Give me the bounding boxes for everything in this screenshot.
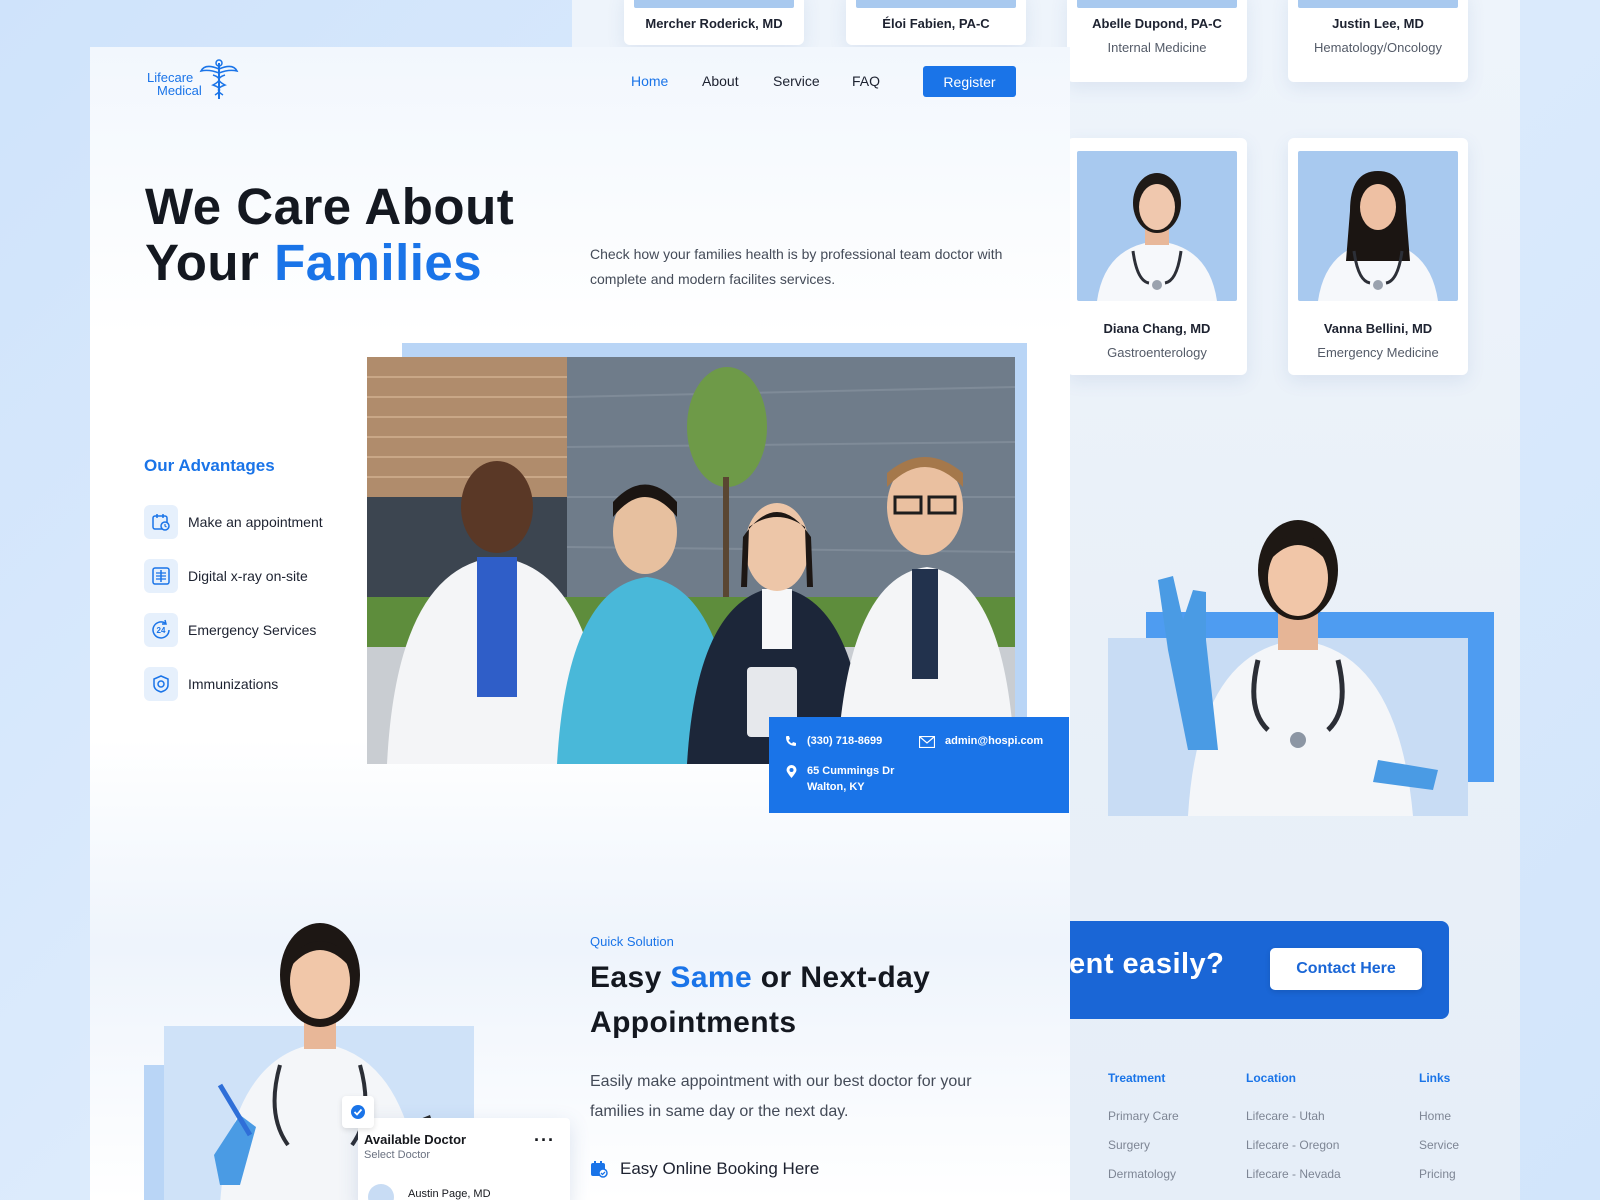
doctor-preview-name: Austin Page, MD bbox=[408, 1188, 491, 1200]
doctor-card[interactable]: Mercher Roderick, MD bbox=[624, 0, 804, 45]
nav-service[interactable]: Service bbox=[773, 73, 820, 89]
doctor-card[interactable]: Abelle Dupond, PA-C Internal Medicine bbox=[1067, 0, 1247, 82]
check-badge-icon bbox=[342, 1096, 374, 1128]
doctor-image-accent bbox=[144, 1065, 164, 1200]
contact-phone[interactable]: (330) 718-8699 bbox=[807, 735, 882, 747]
advantage-item[interactable]: Make an appointment bbox=[144, 505, 323, 539]
hero-title-text: Your bbox=[145, 234, 275, 291]
hero-title-line2: Your Families bbox=[145, 235, 514, 291]
phone-icon bbox=[786, 736, 796, 746]
footer-link[interactable]: Primary Care bbox=[1108, 1109, 1179, 1123]
quick-solution-label: Quick Solution bbox=[590, 934, 674, 949]
contact-info-card: (330) 718-8699 admin@hospi.com 65 Cummin… bbox=[769, 717, 1069, 813]
quick-solution-description: Easily make appointment with our best do… bbox=[590, 1073, 972, 1120]
footer-link[interactable]: Home bbox=[1419, 1109, 1451, 1123]
footer-heading-treatment: Treatment bbox=[1108, 1071, 1166, 1085]
hero-title-line1: We Care About bbox=[145, 178, 515, 235]
doctor-card[interactable]: Vanna Bellini, MD Emergency Medicine bbox=[1288, 138, 1468, 375]
quick-solution-title-text: or Next-day bbox=[752, 961, 931, 994]
nav-faq[interactable]: FAQ bbox=[852, 73, 880, 89]
advantage-label: Digital x-ray on-site bbox=[188, 568, 308, 584]
footer-link[interactable]: Surgery bbox=[1108, 1138, 1150, 1152]
doctor-card[interactable]: Éloi Fabien, PA-C bbox=[846, 0, 1026, 45]
doctor-name: Diana Chang, MD bbox=[1103, 321, 1211, 336]
register-button[interactable]: Register bbox=[923, 66, 1016, 97]
doctor-specialty: Internal Medicine bbox=[1107, 40, 1207, 55]
footer-heading-location: Location bbox=[1246, 1071, 1296, 1085]
footer-link[interactable]: Service bbox=[1419, 1138, 1459, 1152]
brand-logo[interactable]: Lifecare Medical bbox=[147, 59, 247, 103]
available-doctor-card[interactable]: Available Doctor Select Doctor ··· Austi… bbox=[342, 1096, 570, 1200]
cta-text: ent easily? bbox=[1069, 948, 1225, 980]
advantages-title: Our Advantages bbox=[144, 456, 275, 475]
contact-address-line2: Walton, KY bbox=[807, 781, 865, 793]
hero-team-photo bbox=[367, 357, 1015, 764]
doctor-photo bbox=[1298, 0, 1458, 8]
doctor-name: Abelle Dupond, PA-C bbox=[1092, 16, 1222, 31]
quick-solution-title-accent: Same bbox=[670, 961, 753, 994]
online-booking-label: Easy Online Booking Here bbox=[620, 1159, 820, 1178]
footer-link[interactable]: Pricing bbox=[1419, 1167, 1456, 1181]
24-hours-icon: 24 bbox=[144, 613, 178, 647]
quick-solution-title-line2: Appointments bbox=[590, 1006, 797, 1039]
nav-about[interactable]: About bbox=[702, 73, 739, 89]
footer-heading-links: Links bbox=[1419, 1071, 1451, 1085]
doctor-card[interactable]: Justin Lee, MD Hematology/Oncology bbox=[1288, 0, 1468, 82]
contact-here-button[interactable]: Contact Here bbox=[1270, 948, 1422, 990]
xray-icon bbox=[144, 559, 178, 593]
hero-title-accent: Families bbox=[274, 234, 483, 291]
calendar-check-icon bbox=[591, 1161, 608, 1178]
doctor-photo bbox=[1077, 0, 1237, 8]
doctor-portrait bbox=[1097, 173, 1217, 301]
advantage-label: Immunizations bbox=[188, 676, 279, 692]
advantage-item[interactable]: Immunizations bbox=[144, 667, 278, 701]
doctor-photo bbox=[1298, 151, 1458, 301]
doctor-name: Justin Lee, MD bbox=[1332, 16, 1424, 31]
footer-link[interactable]: Lifecare - Oregon bbox=[1246, 1138, 1339, 1152]
calendar-clock-icon bbox=[144, 505, 178, 539]
online-booking-link[interactable]: Easy Online Booking Here bbox=[590, 1159, 819, 1179]
brand-name-line2: Medical bbox=[157, 83, 202, 98]
footer-link[interactable]: Lifecare - Utah bbox=[1246, 1109, 1325, 1123]
shield-vaccine-icon bbox=[144, 667, 178, 701]
caduceus-icon bbox=[199, 59, 239, 99]
advantage-item[interactable]: Digital x-ray on-site bbox=[144, 559, 308, 593]
doctor-avatar bbox=[368, 1184, 394, 1200]
svg-text:24: 24 bbox=[157, 626, 166, 635]
doctor-card[interactable]: Diana Chang, MD Gastroenterology bbox=[1067, 138, 1247, 375]
quick-solution-title: Easy Same or Next-day Appointments bbox=[590, 955, 930, 1045]
doctor-specialty: Emergency Medicine bbox=[1317, 345, 1439, 360]
available-doctor-subtitle: Select Doctor bbox=[364, 1149, 431, 1161]
featured-doctor-image bbox=[1158, 520, 1438, 816]
doctor-photo bbox=[1077, 151, 1237, 301]
quick-solution-title-line1: Easy Same or Next-day bbox=[590, 955, 930, 1000]
contact-email[interactable]: admin@hospi.com bbox=[945, 735, 1043, 747]
advantage-label: Emergency Services bbox=[188, 622, 317, 638]
doctor-portrait bbox=[1318, 171, 1438, 301]
doctor-photo bbox=[634, 0, 794, 8]
mail-icon bbox=[919, 736, 935, 748]
doctor-specialty: Gastroenterology bbox=[1107, 345, 1207, 360]
landing-page: Lifecare Medical Home About Service FAQ … bbox=[90, 47, 1070, 1200]
hero-title: We Care About Your Families bbox=[145, 179, 514, 291]
footer-link[interactable]: Lifecare - Nevada bbox=[1246, 1167, 1341, 1181]
available-doctor-title: Available Doctor bbox=[364, 1132, 467, 1147]
doctor-photo bbox=[856, 0, 1016, 8]
doctor-name: Mercher Roderick, MD bbox=[645, 16, 783, 31]
doctor-name: Éloi Fabien, PA-C bbox=[882, 16, 990, 31]
location-pin-icon bbox=[786, 765, 797, 778]
contact-address-line1: 65 Cummings Dr bbox=[807, 765, 895, 777]
doctor-name: Vanna Bellini, MD bbox=[1323, 321, 1433, 336]
footer-link[interactable]: Dermatology bbox=[1108, 1167, 1176, 1181]
nav-home[interactable]: Home bbox=[631, 73, 668, 89]
hero-description: Check how your families health is by pro… bbox=[590, 246, 1003, 287]
quick-solution-title-text: Easy bbox=[590, 961, 671, 994]
doctor-specialty: Hematology/Oncology bbox=[1314, 40, 1442, 55]
advantage-item[interactable]: 24 Emergency Services bbox=[144, 613, 316, 647]
advantage-label: Make an appointment bbox=[188, 514, 323, 530]
team-photo-image bbox=[367, 357, 1015, 764]
more-options-icon[interactable]: ··· bbox=[534, 1130, 555, 1151]
